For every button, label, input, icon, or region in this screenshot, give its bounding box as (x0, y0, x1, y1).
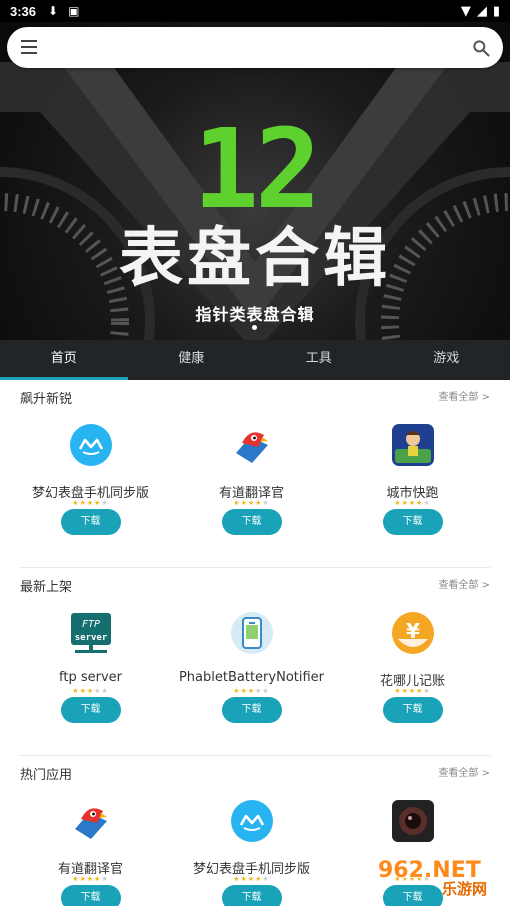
rating-stars: ★★★★★ (233, 875, 270, 883)
section-divider (20, 755, 490, 756)
download-button[interactable]: 下载 (221, 509, 282, 535)
wifi-icon: ▼ (460, 3, 471, 19)
watermark-line2: 乐游网 (442, 880, 488, 898)
view-all-link[interactable]: 查看全部 > (438, 576, 490, 591)
tab-health[interactable]: 健康 (128, 340, 256, 380)
app-card[interactable]: 城市快跑 ★★★★★ 下载 (332, 420, 493, 545)
tab-games[interactable]: 游戏 (383, 340, 510, 380)
section-header: 热门应用 查看全部 > (20, 764, 490, 784)
banner-subtitle: 指针类表盘合辑 (195, 305, 315, 324)
camera-lens-icon[interactable] (391, 799, 435, 843)
app-card[interactable]: 有道翻译官 ★★★★★ 下载 (171, 420, 332, 545)
rating-stars: ★★★★★ (233, 499, 270, 507)
download-button[interactable]: 下载 (60, 697, 121, 723)
section-header: 飙升新锐 查看全部 > (20, 388, 490, 408)
tab-home[interactable]: 首页 (0, 340, 128, 380)
app-card[interactable]: 梦幻表盘手机同步版 ★★★★★ 下载 (171, 796, 332, 906)
section-title: 最新上架 (20, 580, 73, 595)
view-all-link[interactable]: 查看全部 > (438, 388, 490, 403)
app-row: FTP server ftp server ★★★★★ 下载 PhabletBattery… (0, 608, 510, 733)
battery-phone-icon[interactable] (230, 611, 274, 655)
rating-stars: ★★★★★ (72, 687, 109, 695)
rating-stars: ★★★★★ (233, 687, 270, 695)
ftp-server-icon[interactable]: FTP server (69, 611, 113, 655)
banner-title: 表盘合辑 (119, 222, 391, 296)
banner-number: 12 (192, 105, 321, 233)
download-button[interactable]: 下载 (60, 509, 121, 535)
rating-stars: ★★★★★ (72, 875, 109, 883)
parrot-icon[interactable] (69, 799, 113, 843)
banner[interactable]: 12 表盘合辑 指针类表盘合辑 (0, 22, 510, 340)
section-2: 最新上架 查看全部 > FTP server ftp server ★★★★★ 下载 Phab… (0, 576, 510, 726)
download-icon: ⬇ (48, 4, 59, 18)
app-card[interactable]: FTP server ftp server ★★★★★ 下载 (10, 608, 171, 733)
watch-sync-icon[interactable] (69, 423, 113, 467)
tab-tools[interactable]: 工具 (255, 340, 383, 380)
status-bar: 3:36 ⬇ ▣ ▼ ◢ ▮ (0, 0, 510, 22)
section-1: 飙升新锐 查看全部 > 梦幻表盘手机同步版 ★★★★★ 下载 有道翻译官 ★★★★★ 下载 城市… (0, 388, 510, 538)
notification-icon: ▣ (68, 4, 80, 18)
app-card[interactable]: PhabletBatteryNotifier ★★★★★ 下载 (171, 608, 332, 733)
menu-icon[interactable] (21, 40, 37, 54)
svg-text:¥: ¥ (406, 619, 420, 643)
search-bar (7, 27, 503, 68)
runner-game-icon[interactable] (391, 423, 435, 467)
svg-text:FTP: FTP (81, 619, 99, 630)
watermark-logo: 962.NET 乐游网 (370, 856, 510, 906)
section-header: 最新上架 查看全部 > (20, 576, 490, 596)
download-button[interactable]: 下载 (382, 697, 443, 723)
status-time: 3:36 (10, 3, 37, 19)
download-button[interactable]: 下载 (221, 697, 282, 723)
view-all-link[interactable]: 查看全部 > (438, 764, 490, 779)
app-card[interactable]: 有道翻译官 ★★★★★ 下载 (10, 796, 171, 906)
download-button[interactable]: 下载 (60, 885, 121, 906)
section-divider (20, 567, 490, 568)
app-card[interactable]: ¥ 花哪儿记账 ★★★★★ 下载 (332, 608, 493, 733)
category-tabs: 首页 健康 工具 游戏 (0, 340, 510, 380)
parrot-icon[interactable] (230, 423, 274, 467)
rating-stars: ★★★★★ (72, 499, 109, 507)
battery-icon: ▮ (492, 3, 500, 19)
yuan-coin-icon[interactable]: ¥ (391, 611, 435, 655)
app-card[interactable]: 梦幻表盘手机同步版 ★★★★★ 下载 (10, 420, 171, 545)
app-name: PhabletBatteryNotifier (178, 670, 325, 685)
carousel-indicator (252, 325, 257, 330)
watch-sync-icon[interactable] (230, 799, 274, 843)
search-icon[interactable] (471, 38, 491, 58)
signal-icon: ◢ (476, 3, 487, 19)
download-button[interactable]: 下载 (382, 509, 443, 535)
rating-stars: ★★★★★ (394, 499, 431, 507)
svg-text:server: server (74, 633, 107, 643)
app-name: ftp server (59, 670, 122, 685)
download-button[interactable]: 下载 (221, 885, 282, 906)
app-row: 梦幻表盘手机同步版 ★★★★★ 下载 有道翻译官 ★★★★★ 下载 城市快跑 ★★★★★ 下载 (0, 420, 510, 545)
section-title: 热门应用 (20, 768, 73, 783)
rating-stars: ★★★★★ (394, 687, 431, 695)
section-title: 飙升新锐 (20, 392, 73, 407)
search-input[interactable] (51, 35, 461, 60)
